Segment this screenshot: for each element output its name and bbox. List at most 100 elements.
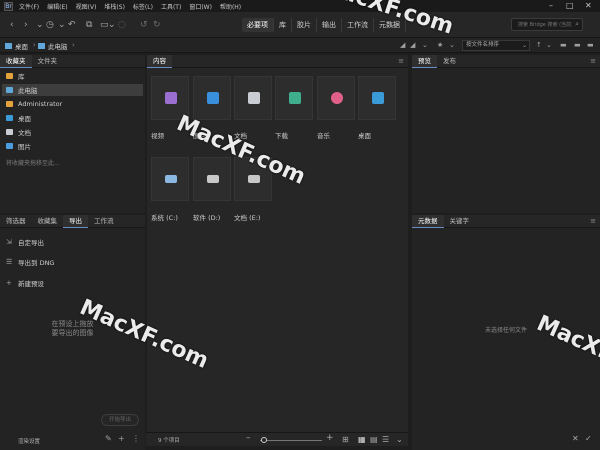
tile-desktop[interactable]	[358, 76, 396, 120]
folder-icon[interactable]: ▬	[574, 41, 581, 49]
quality-icon[interactable]: ◢	[410, 41, 415, 49]
music-icon	[331, 92, 343, 104]
workspace-libraries[interactable]: 库	[274, 18, 292, 32]
favorite-item-this-pc[interactable]: 此电脑	[2, 84, 143, 96]
menu-stack[interactable]: 堆栈(S)	[104, 2, 125, 11]
sort-dropdown[interactable]: 按文件名排序 ⌄	[462, 40, 530, 51]
tile-drive-c[interactable]	[151, 157, 189, 201]
chevron-down-icon[interactable]: ⌄	[449, 41, 455, 49]
menu-tools[interactable]: 工具(T)	[161, 2, 181, 11]
menu-file[interactable]: 文件(F)	[19, 2, 39, 11]
minimize-icon[interactable]: –	[549, 1, 553, 10]
export-tabs: 筛选器 收藏集 导出 工作流	[0, 215, 145, 228]
checkmark-icon[interactable]: ✓	[585, 434, 592, 443]
rotate-right-icon[interactable]: ↻	[153, 20, 161, 30]
panel-menu-icon[interactable]: ≡	[590, 57, 596, 65]
new-folder-icon[interactable]: ▬	[560, 41, 567, 49]
favorite-item-administrator[interactable]: Administrator	[2, 98, 143, 110]
more-icon[interactable]: ⋮	[132, 434, 140, 443]
export-item-label: 导出到 DNG	[18, 259, 55, 267]
drive-icon	[248, 175, 260, 183]
thumbnail-size-slider[interactable]	[260, 440, 322, 441]
add-icon[interactable]: +	[118, 434, 125, 443]
chevron-down-icon[interactable]: ⌄	[546, 41, 552, 49]
thumbnail-view-icon[interactable]: ▦	[358, 435, 366, 444]
export-item-new-preset[interactable]: + 新建预设	[6, 278, 44, 288]
tile-documents[interactable]	[234, 76, 272, 120]
zoom-out-icon[interactable]: –	[246, 433, 251, 443]
search-icon[interactable]: ⌕	[575, 20, 579, 29]
tile-drive-d[interactable]	[193, 157, 231, 201]
filter-icon[interactable]: ★	[437, 41, 443, 49]
menu-view[interactable]: 视图(V)	[76, 2, 97, 11]
menu-window[interactable]: 窗口(W)	[189, 2, 212, 11]
slider-handle[interactable]	[261, 437, 267, 443]
sort-ascending-icon[interactable]: ↑	[536, 41, 542, 49]
tab-folders[interactable]: 文件夹	[32, 55, 64, 68]
get-photos-icon[interactable]: ⧉	[86, 20, 92, 30]
panel-menu-icon[interactable]: ≡	[590, 217, 596, 225]
export-item-custom[interactable]: ⇲ 自定导出	[6, 237, 44, 247]
zoom-in-icon[interactable]: +	[326, 433, 334, 443]
favorite-item-library[interactable]: 库	[2, 70, 143, 82]
workspace-essentials[interactable]: 必要项	[242, 18, 274, 32]
content-tabs: 内容	[147, 55, 408, 68]
toolbar: ‹ › ⌄ ◷ ⌄ ↶ ⧉ ▭ ⌄ ◌ ↺ ↻ 必要项 库 胶片 输出 工作流 …	[0, 12, 600, 38]
quality-icon[interactable]: ◢	[400, 41, 405, 49]
chevron-down-icon[interactable]: ⌄	[108, 20, 116, 30]
tab-preview[interactable]: 预览	[412, 55, 437, 68]
maximize-icon[interactable]: □	[566, 1, 574, 10]
search-field[interactable]: ⌕	[511, 18, 583, 31]
export-item-dng[interactable]: ☰ 导出到 DNG	[6, 257, 54, 267]
tab-export[interactable]: 导出	[63, 215, 88, 228]
menu-help[interactable]: 帮助(H)	[220, 2, 241, 11]
breadcrumb-this-pc[interactable]: 此电脑	[38, 41, 68, 51]
tile-pictures[interactable]	[193, 76, 231, 120]
favorites-panel: 收藏夹 文件夹 库 此电脑 Administrator 桌面 文档 图片 将收藏…	[0, 55, 145, 213]
lock-grid-icon[interactable]: ⊞	[342, 435, 349, 444]
menu-edit[interactable]: 编辑(E)	[47, 2, 67, 11]
tab-workflow[interactable]: 工作流	[88, 215, 120, 228]
tab-favorites[interactable]: 收藏夹	[0, 55, 32, 68]
render-settings-label[interactable]: 渲染设置	[18, 437, 40, 445]
list-view-icon[interactable]: ☰	[382, 435, 389, 444]
start-export-button[interactable]: 开始导出	[101, 414, 139, 426]
menu-label[interactable]: 标签(L)	[133, 2, 153, 11]
recent-icon[interactable]: ◷	[46, 20, 54, 30]
tile-label: 系统 (C:)	[151, 214, 178, 222]
chevron-down-icon[interactable]: ⌄	[396, 435, 403, 444]
rotate-left-icon[interactable]: ↺	[140, 20, 148, 30]
return-icon[interactable]: ↶	[68, 20, 76, 30]
tab-publish[interactable]: 发布	[437, 55, 462, 68]
tab-metadata[interactable]: 元数据	[412, 215, 444, 228]
close-window-icon[interactable]: ✕	[585, 1, 592, 10]
forward-icon[interactable]: ›	[24, 20, 28, 30]
details-view-icon[interactable]: ▤	[370, 435, 378, 444]
workspace-workflow[interactable]: 工作流	[342, 18, 374, 32]
tile-downloads[interactable]	[275, 76, 313, 120]
back-icon[interactable]: ‹	[10, 20, 14, 30]
search-input[interactable]	[512, 19, 572, 30]
tile-music[interactable]	[317, 76, 355, 120]
drive-icon	[165, 175, 177, 183]
edit-icon[interactable]: ✎	[105, 434, 112, 443]
panel-menu-icon[interactable]: ≡	[398, 57, 404, 65]
workspace-output[interactable]: 输出	[317, 18, 342, 32]
chevron-down-icon[interactable]: ⌄	[422, 41, 428, 49]
tab-content[interactable]: 内容	[147, 55, 172, 68]
tab-collections[interactable]: 收藏集	[32, 215, 64, 228]
bridge-logo-icon: Br	[4, 1, 13, 11]
favorite-item-pictures[interactable]: 图片	[2, 140, 143, 152]
favorite-label: 此电脑	[18, 87, 38, 95]
chevron-down-icon[interactable]: ⌄	[36, 20, 44, 30]
chevron-down-icon[interactable]: ⌄	[58, 20, 66, 30]
favorite-item-documents[interactable]: 文档	[2, 126, 143, 138]
workspace-filmstrip[interactable]: 胶片	[292, 18, 317, 32]
tab-keywords[interactable]: 关键字	[444, 215, 476, 228]
favorite-item-desktop[interactable]: 桌面	[2, 112, 143, 124]
breadcrumb-desktop[interactable]: 桌面	[5, 41, 28, 51]
camera-raw-icon[interactable]: ◌	[118, 20, 126, 30]
delete-icon[interactable]: ▬	[587, 41, 594, 49]
tab-filter[interactable]: 筛选器	[0, 215, 32, 228]
close-icon[interactable]: ✕	[572, 434, 579, 443]
